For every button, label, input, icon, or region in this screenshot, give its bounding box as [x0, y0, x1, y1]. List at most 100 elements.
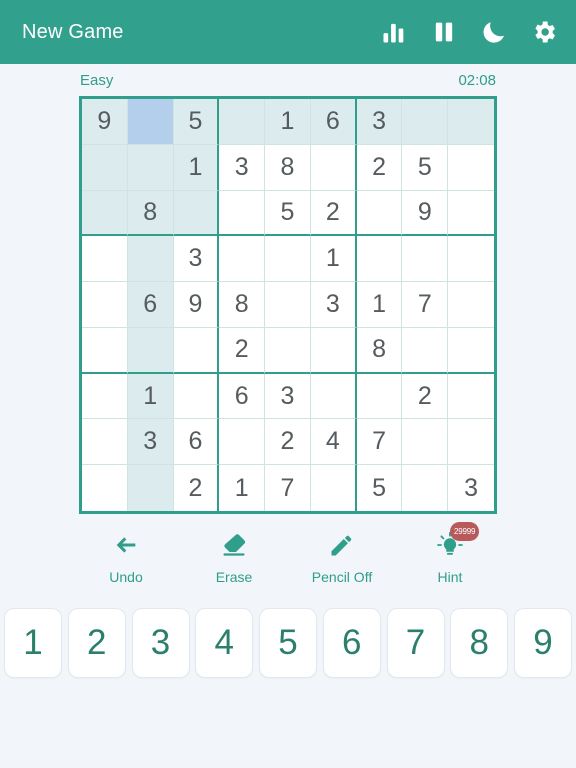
cell-r4-c7[interactable]: 7 [402, 282, 449, 328]
cell-r6-c7[interactable]: 2 [402, 373, 449, 420]
cell-r8-c5[interactable] [310, 465, 357, 511]
cell-r4-c8[interactable] [448, 282, 494, 328]
cell-r5-c3[interactable]: 2 [219, 327, 266, 374]
cell-r4-c5[interactable]: 3 [310, 282, 357, 328]
cell-r5-c7[interactable] [402, 327, 449, 374]
cell-r5-c2[interactable] [173, 327, 220, 374]
cell-r2-c5[interactable]: 2 [310, 190, 357, 237]
cell-r6-c8[interactable] [448, 373, 494, 420]
undo-button[interactable]: Undo [72, 530, 180, 585]
cell-r2-c2[interactable] [173, 190, 220, 237]
numkey-9[interactable]: 9 [514, 608, 572, 678]
cell-r7-c3[interactable] [219, 419, 266, 466]
cell-r1-c0[interactable] [82, 144, 128, 191]
cell-r5-c0[interactable] [82, 327, 128, 374]
cell-r1-c7[interactable]: 5 [402, 144, 449, 191]
cell-r7-c2[interactable]: 6 [173, 419, 220, 466]
numkey-7[interactable]: 7 [386, 608, 445, 678]
cell-r1-c2[interactable]: 1 [173, 144, 220, 191]
cell-r3-c5[interactable]: 1 [310, 236, 357, 283]
cell-r0-c1[interactable] [127, 99, 174, 145]
cell-r1-c6[interactable]: 2 [356, 144, 403, 191]
cell-r4-c6[interactable]: 1 [356, 282, 403, 328]
cell-r3-c0[interactable] [82, 236, 128, 283]
cell-r7-c1[interactable]: 3 [127, 419, 174, 466]
numkey-1[interactable]: 1 [4, 608, 62, 678]
cell-r0-c5[interactable]: 6 [310, 99, 357, 145]
cell-r7-c0[interactable] [82, 419, 128, 466]
cell-r0-c3[interactable] [219, 99, 266, 145]
cell-r4-c4[interactable] [265, 282, 311, 328]
stats-icon[interactable] [380, 18, 408, 46]
numkey-5[interactable]: 5 [259, 608, 317, 678]
cell-r0-c7[interactable] [402, 99, 449, 145]
cell-r0-c0[interactable]: 9 [82, 99, 128, 145]
numkey-3[interactable]: 3 [131, 608, 190, 678]
cell-r6-c2[interactable] [173, 373, 220, 420]
hint-button[interactable]: 29999 Hint [396, 522, 504, 585]
cell-r8-c3[interactable]: 1 [219, 465, 266, 511]
cell-r7-c8[interactable] [448, 419, 494, 466]
cell-r3-c6[interactable] [356, 236, 403, 283]
cell-r4-c1[interactable]: 6 [127, 282, 174, 328]
cell-r5-c5[interactable] [310, 327, 357, 374]
cell-r2-c7[interactable]: 9 [402, 190, 449, 237]
cell-r8-c1[interactable] [127, 465, 174, 511]
cell-r6-c6[interactable] [356, 373, 403, 420]
cell-r3-c8[interactable] [448, 236, 494, 283]
sudoku-board[interactable]: 95163138258529316983172816323624721753 [79, 96, 497, 514]
cell-r2-c6[interactable] [356, 190, 403, 237]
cell-r2-c8[interactable] [448, 190, 494, 237]
numkey-2[interactable]: 2 [67, 608, 126, 678]
cell-r6-c4[interactable]: 3 [265, 373, 311, 420]
cell-r6-c5[interactable] [310, 373, 357, 420]
erase-button[interactable]: Erase [180, 530, 288, 585]
cell-r3-c2[interactable]: 3 [173, 236, 220, 283]
cell-r6-c1[interactable]: 1 [127, 373, 174, 420]
cell-r8-c8[interactable]: 3 [448, 465, 494, 511]
cell-r1-c1[interactable] [127, 144, 174, 191]
cell-r0-c2[interactable]: 5 [173, 99, 220, 145]
cell-r1-c5[interactable] [310, 144, 357, 191]
cell-r0-c8[interactable] [448, 99, 494, 145]
cell-r6-c3[interactable]: 6 [219, 373, 266, 420]
cell-r3-c3[interactable] [219, 236, 266, 283]
cell-r2-c1[interactable]: 8 [127, 190, 174, 237]
cell-r8-c2[interactable]: 2 [173, 465, 220, 511]
numkey-4[interactable]: 4 [195, 608, 254, 678]
cell-r5-c1[interactable] [127, 327, 174, 374]
cell-r4-c2[interactable]: 9 [173, 282, 220, 328]
cell-r3-c1[interactable] [127, 236, 174, 283]
cell-r7-c6[interactable]: 7 [356, 419, 403, 466]
cell-r1-c8[interactable] [448, 144, 494, 191]
cell-r8-c0[interactable] [82, 465, 128, 511]
cell-r7-c4[interactable]: 2 [265, 419, 311, 466]
cell-r7-c7[interactable] [402, 419, 449, 466]
cell-r2-c0[interactable] [82, 190, 128, 237]
cell-r8-c7[interactable] [402, 465, 449, 511]
cell-r0-c4[interactable]: 1 [265, 99, 311, 145]
cell-r5-c6[interactable]: 8 [356, 327, 403, 374]
cell-r8-c6[interactable]: 5 [356, 465, 403, 511]
gear-icon[interactable] [530, 18, 558, 46]
cell-r4-c0[interactable] [82, 282, 128, 328]
cell-r5-c8[interactable] [448, 327, 494, 374]
cell-r1-c4[interactable]: 8 [265, 144, 311, 191]
cell-r3-c4[interactable] [265, 236, 311, 283]
pencil-button[interactable]: Pencil Off [288, 530, 396, 585]
numkey-8[interactable]: 8 [450, 608, 509, 678]
cell-r7-c5[interactable]: 4 [310, 419, 357, 466]
moon-icon[interactable] [480, 18, 508, 46]
tool-row: Undo Erase Pencil Off 29999 Hint [0, 522, 576, 608]
cell-r4-c3[interactable]: 8 [219, 282, 266, 328]
cell-r0-c6[interactable]: 3 [356, 99, 403, 145]
cell-r1-c3[interactable]: 3 [219, 144, 266, 191]
numkey-6[interactable]: 6 [322, 608, 381, 678]
cell-r5-c4[interactable] [265, 327, 311, 374]
cell-r6-c0[interactable] [82, 373, 128, 420]
pause-icon[interactable] [430, 18, 458, 46]
cell-r3-c7[interactable] [402, 236, 449, 283]
cell-r2-c4[interactable]: 5 [265, 190, 311, 237]
cell-r2-c3[interactable] [219, 190, 266, 237]
cell-r8-c4[interactable]: 7 [265, 465, 311, 511]
